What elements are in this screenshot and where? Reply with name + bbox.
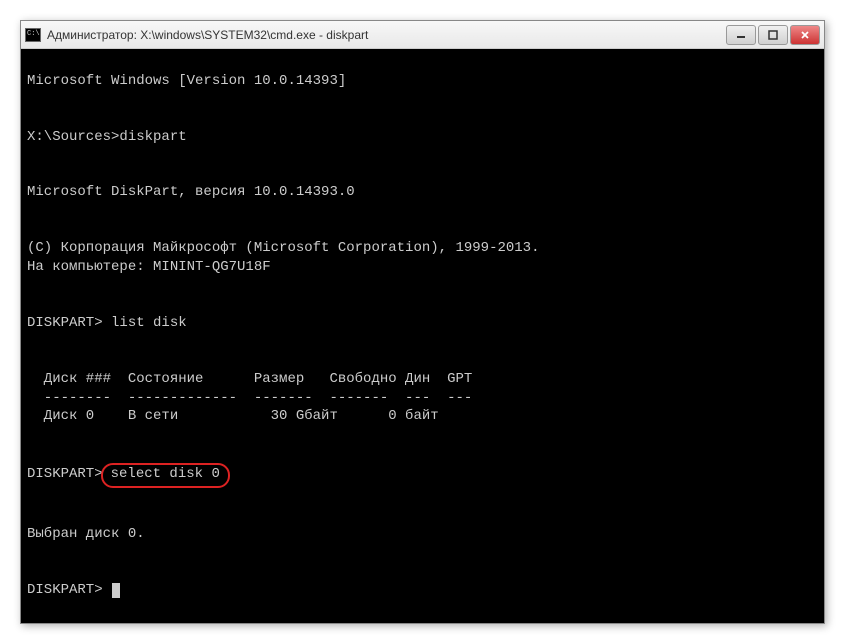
minimize-button[interactable] bbox=[726, 25, 756, 45]
output-line: Microsoft DiskPart, версия 10.0.14393.0 bbox=[27, 184, 355, 200]
prompt: DISKPART> bbox=[27, 315, 111, 331]
output-line: Microsoft Windows [Version 10.0.14393] bbox=[27, 73, 346, 89]
output-line: (C) Корпорация Майкрософт (Microsoft Cor… bbox=[27, 240, 539, 256]
table-divider: -------- ------------- ------- ------- -… bbox=[27, 390, 472, 406]
cmd-icon bbox=[25, 28, 41, 42]
table-row: Диск 0 В сети 30 Gбайт 0 байт bbox=[27, 408, 439, 424]
cmd-window: Администратор: X:\windows\SYSTEM32\cmd.e… bbox=[20, 20, 825, 624]
command-text: select disk 0 bbox=[111, 466, 220, 482]
maximize-button[interactable] bbox=[758, 25, 788, 45]
table-header: Диск ### Состояние Размер Свободно Дин G… bbox=[27, 371, 472, 387]
window-controls bbox=[726, 25, 820, 45]
close-button[interactable] bbox=[790, 25, 820, 45]
output-line: Выбран диск 0. bbox=[27, 526, 145, 542]
cursor bbox=[112, 583, 120, 598]
command-text: list disk bbox=[111, 315, 187, 331]
output-line: На компьютере: MININT-QG7U18F bbox=[27, 259, 271, 275]
prompt: DISKPART> bbox=[27, 582, 111, 598]
titlebar[interactable]: Администратор: X:\windows\SYSTEM32\cmd.e… bbox=[21, 21, 824, 49]
prompt: DISKPART> bbox=[27, 466, 103, 482]
window-title: Администратор: X:\windows\SYSTEM32\cmd.e… bbox=[47, 28, 726, 42]
terminal-area[interactable]: Microsoft Windows [Version 10.0.14393] X… bbox=[21, 49, 824, 623]
output-line: X:\Sources>diskpart bbox=[27, 129, 187, 145]
highlighted-command: select disk 0 bbox=[101, 463, 230, 488]
